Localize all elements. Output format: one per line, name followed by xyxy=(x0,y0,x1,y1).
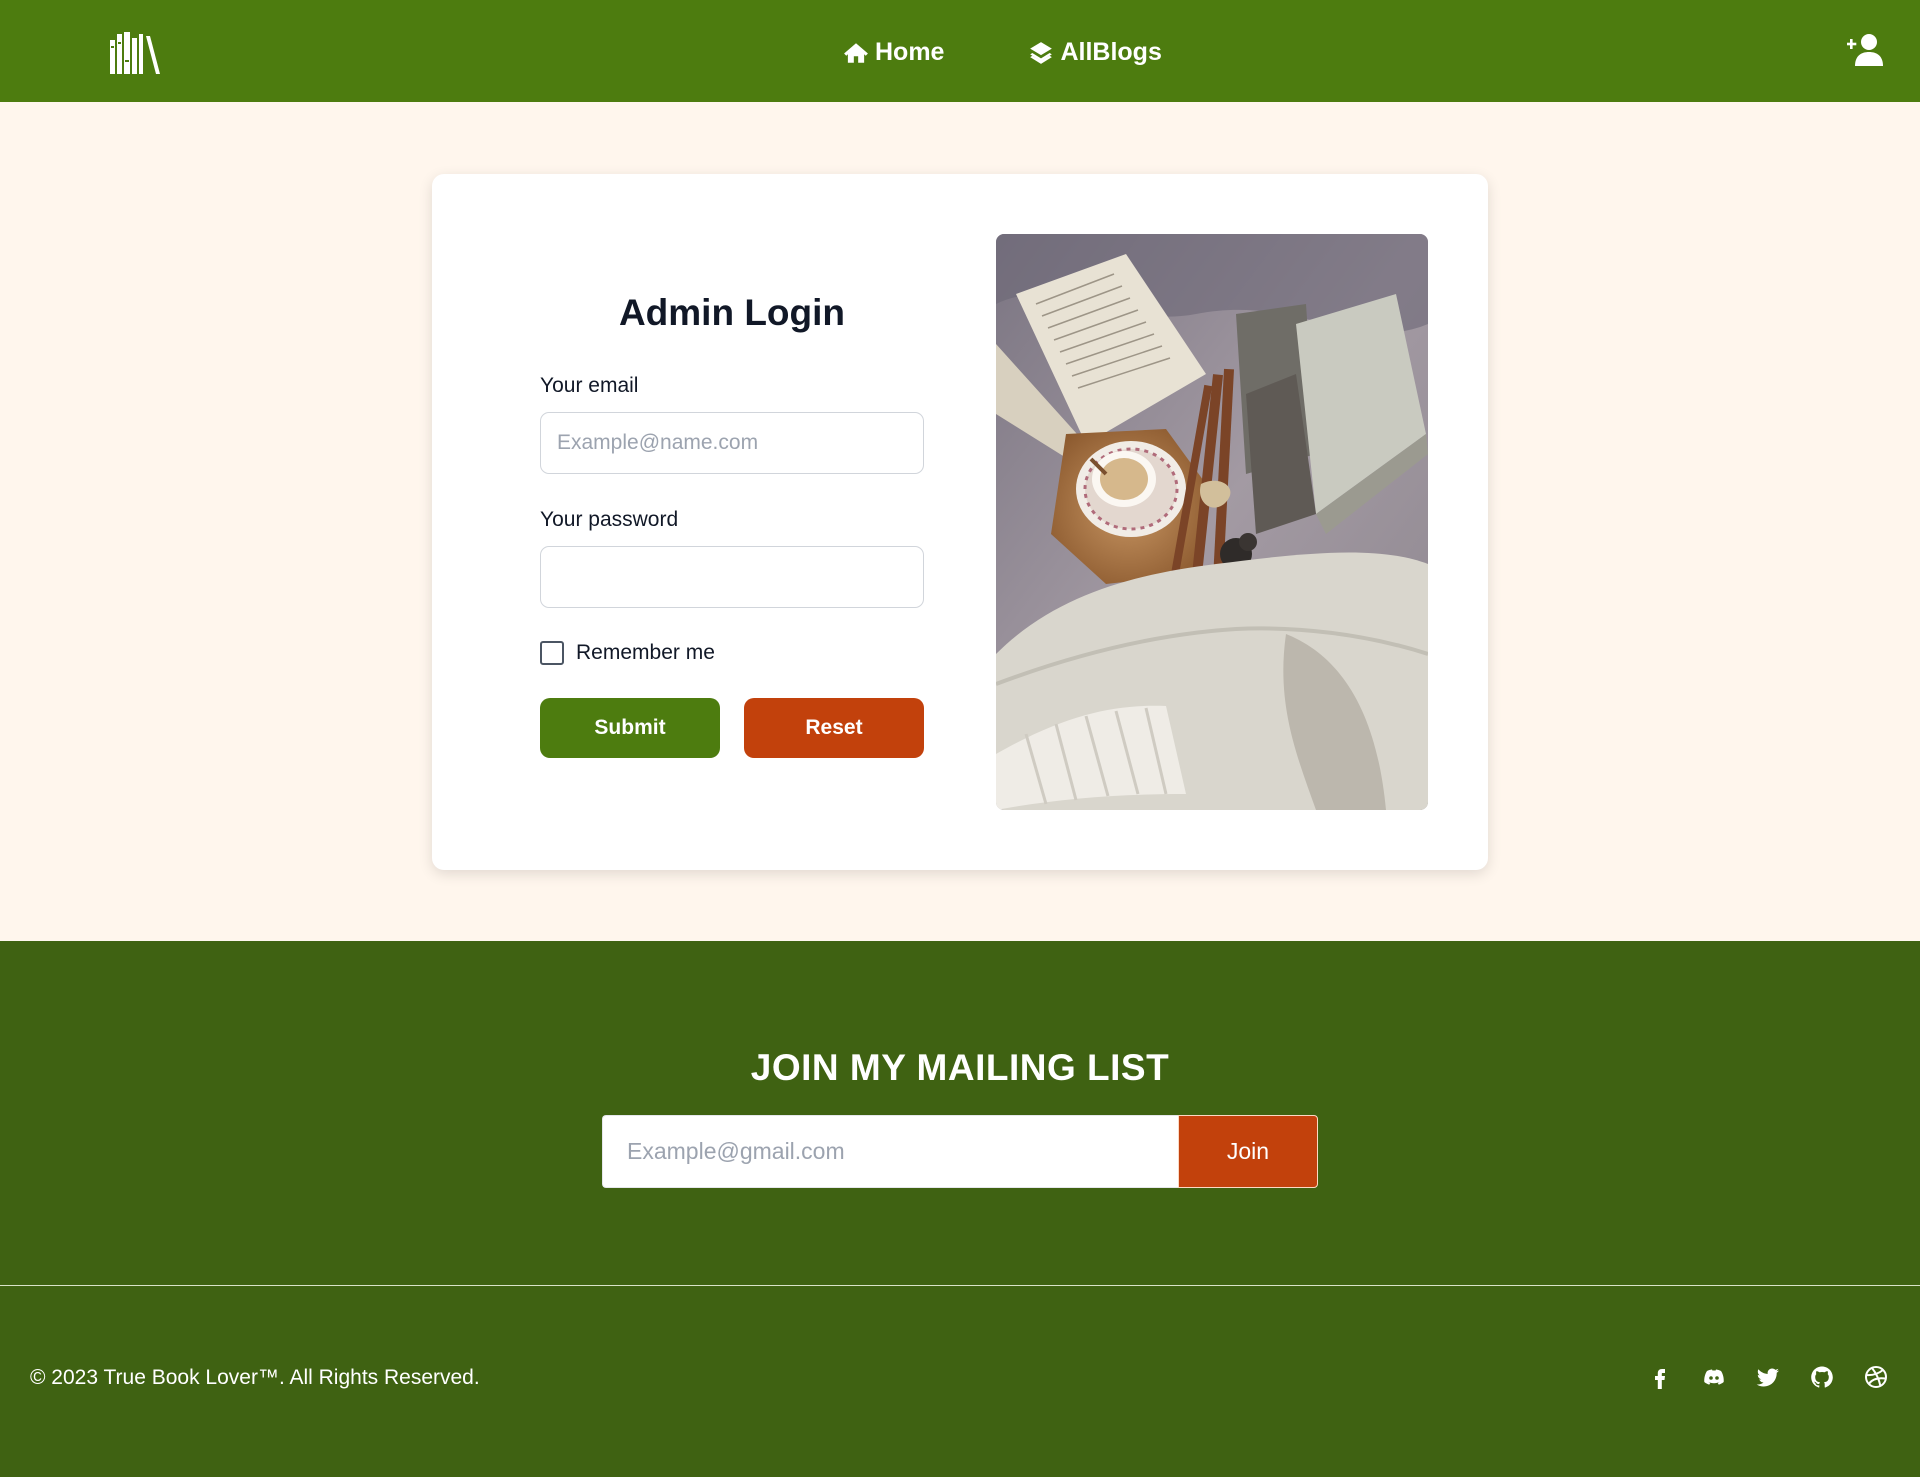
discord-icon[interactable] xyxy=(1702,1364,1726,1390)
twitter-icon[interactable] xyxy=(1756,1364,1780,1390)
layers-icon xyxy=(1030,41,1053,64)
footer-divider xyxy=(0,1285,1920,1286)
footer xyxy=(0,941,1920,1477)
facebook-icon[interactable] xyxy=(1648,1364,1672,1390)
main-nav: Home AllBlogs xyxy=(843,38,1162,67)
remember-me-checkbox[interactable] xyxy=(540,641,564,665)
nav-home-link[interactable]: Home xyxy=(843,38,944,67)
page-title: Admin Login xyxy=(618,292,846,333)
home-icon xyxy=(844,42,868,63)
email-field[interactable] xyxy=(540,412,924,474)
github-icon[interactable] xyxy=(1810,1364,1834,1390)
navbar: Home AllBlogs xyxy=(0,0,1920,102)
books-logo-icon[interactable] xyxy=(108,30,162,76)
user-add-icon[interactable] xyxy=(1847,32,1883,68)
social-links xyxy=(1648,1364,1888,1390)
remember-me-label: Remember me xyxy=(576,641,715,664)
remember-me-row: Remember me xyxy=(540,641,715,665)
books-tea-photo xyxy=(996,234,1428,810)
password-field[interactable] xyxy=(540,546,924,608)
mailing-email-input[interactable] xyxy=(602,1115,1178,1188)
nav-allblogs-link[interactable]: AllBlogs xyxy=(1028,38,1162,67)
reset-button[interactable]: Reset xyxy=(744,698,924,758)
nav-home-label: Home xyxy=(875,38,945,66)
submit-button[interactable]: Submit xyxy=(540,698,720,758)
dribbble-icon[interactable] xyxy=(1864,1364,1888,1390)
join-button[interactable]: Join xyxy=(1178,1115,1318,1188)
password-label: Your password xyxy=(540,508,679,531)
nav-allblogs-label: AllBlogs xyxy=(1060,38,1162,66)
mailing-list-title: JOIN MY MAILING LIST xyxy=(750,1047,1170,1088)
email-label: Your email xyxy=(540,374,639,397)
copyright-text: © 2023 True Book Lover™. All Rights Rese… xyxy=(30,1366,480,1389)
